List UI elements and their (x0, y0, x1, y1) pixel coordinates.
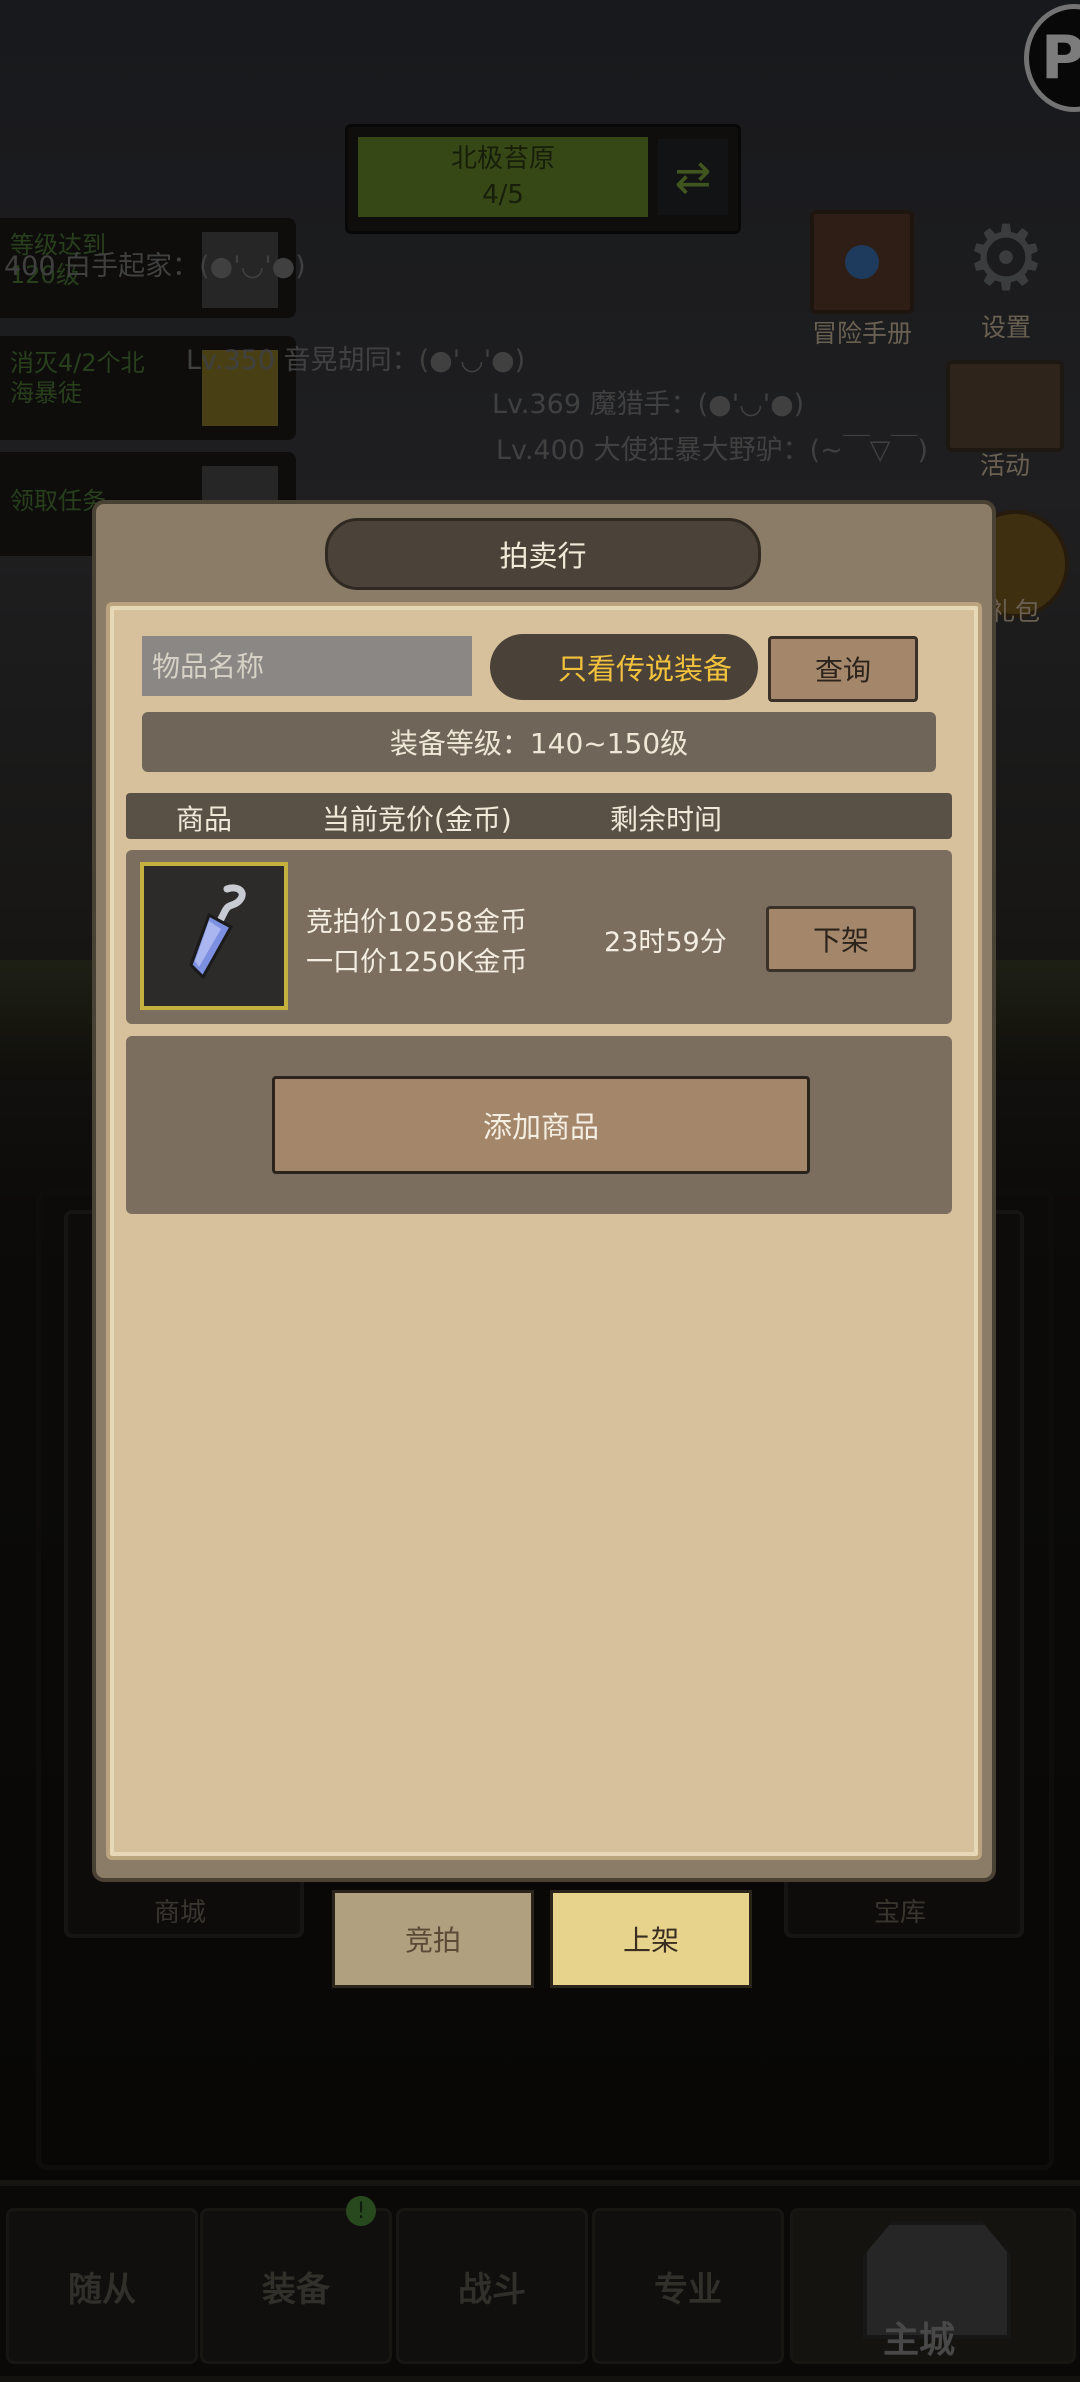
tab-bid[interactable]: 竞拍 (332, 1890, 534, 1988)
table-header: 商品 当前竞价(金币) 剩余时间 (126, 793, 952, 839)
column-current-bid: 当前竞价(金币) (322, 803, 512, 836)
column-item: 商品 (176, 803, 233, 836)
column-time-left: 剩余时间 (610, 803, 723, 836)
legend-only-toggle[interactable]: 只看传说装备 (490, 634, 758, 700)
tab-list[interactable]: 上架 (550, 1890, 752, 1988)
time-left: 23时59分 (604, 927, 727, 958)
add-item-row: 添加商品 (126, 1036, 952, 1214)
buyout-price: 一口价1250K金币 (306, 947, 528, 978)
bid-price: 竞拍价10258金币 (306, 907, 527, 938)
add-item-button[interactable]: 添加商品 (272, 1076, 810, 1174)
level-range-selector[interactable]: 装备等级：140~150级 (142, 712, 936, 772)
item-slot[interactable] (140, 862, 288, 1010)
potion-vial-icon (189, 884, 246, 980)
search-input[interactable] (142, 636, 472, 696)
query-button[interactable]: 查询 (768, 636, 918, 702)
modal-title: 拍卖行 (325, 518, 761, 590)
unlist-button[interactable]: 下架 (766, 906, 916, 972)
table-row[interactable]: 竞拍价10258金币 一口价1250K金币 23时59分 下架 (126, 850, 952, 1024)
auction-panel (106, 602, 982, 1860)
